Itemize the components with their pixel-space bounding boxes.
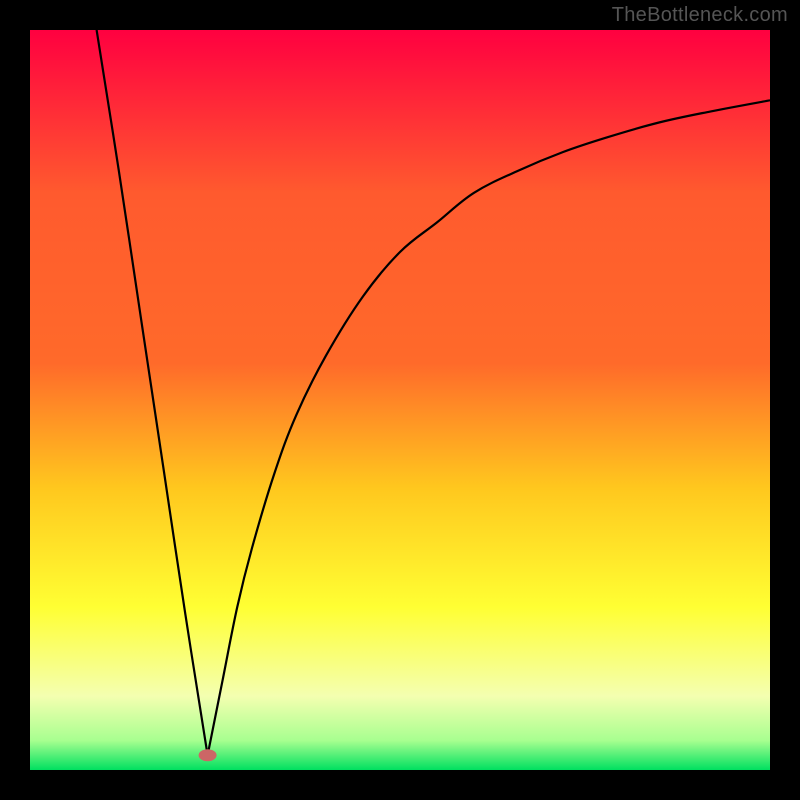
gradient-background — [30, 30, 770, 770]
chart-frame: TheBottleneck.com — [0, 0, 800, 800]
minimum-marker — [199, 749, 217, 761]
chart-svg — [30, 30, 770, 770]
watermark-text: TheBottleneck.com — [612, 4, 788, 27]
plot-area — [30, 30, 770, 770]
